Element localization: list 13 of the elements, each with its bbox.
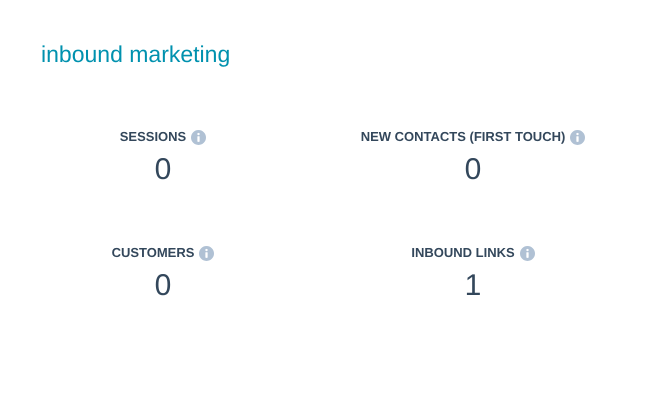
info-icon[interactable] [191, 130, 206, 144]
info-icon[interactable] [520, 246, 535, 260]
metric-value: 0 [154, 270, 172, 302]
page-title: inbound marketing [40, 40, 232, 69]
metric-label: NEW CONTACTS (FIRST TOUCH) [360, 128, 566, 146]
metric-label: SESSIONS [120, 128, 186, 146]
info-icon[interactable] [199, 246, 214, 260]
info-icon[interactable] [570, 130, 586, 144]
metric-value: 1 [464, 270, 482, 302]
metric-value: 0 [154, 154, 172, 186]
metric-value: 0 [464, 154, 482, 186]
metric-label: INBOUND LINKS [411, 244, 515, 262]
metric-label: CUSTOMERS [112, 244, 194, 262]
